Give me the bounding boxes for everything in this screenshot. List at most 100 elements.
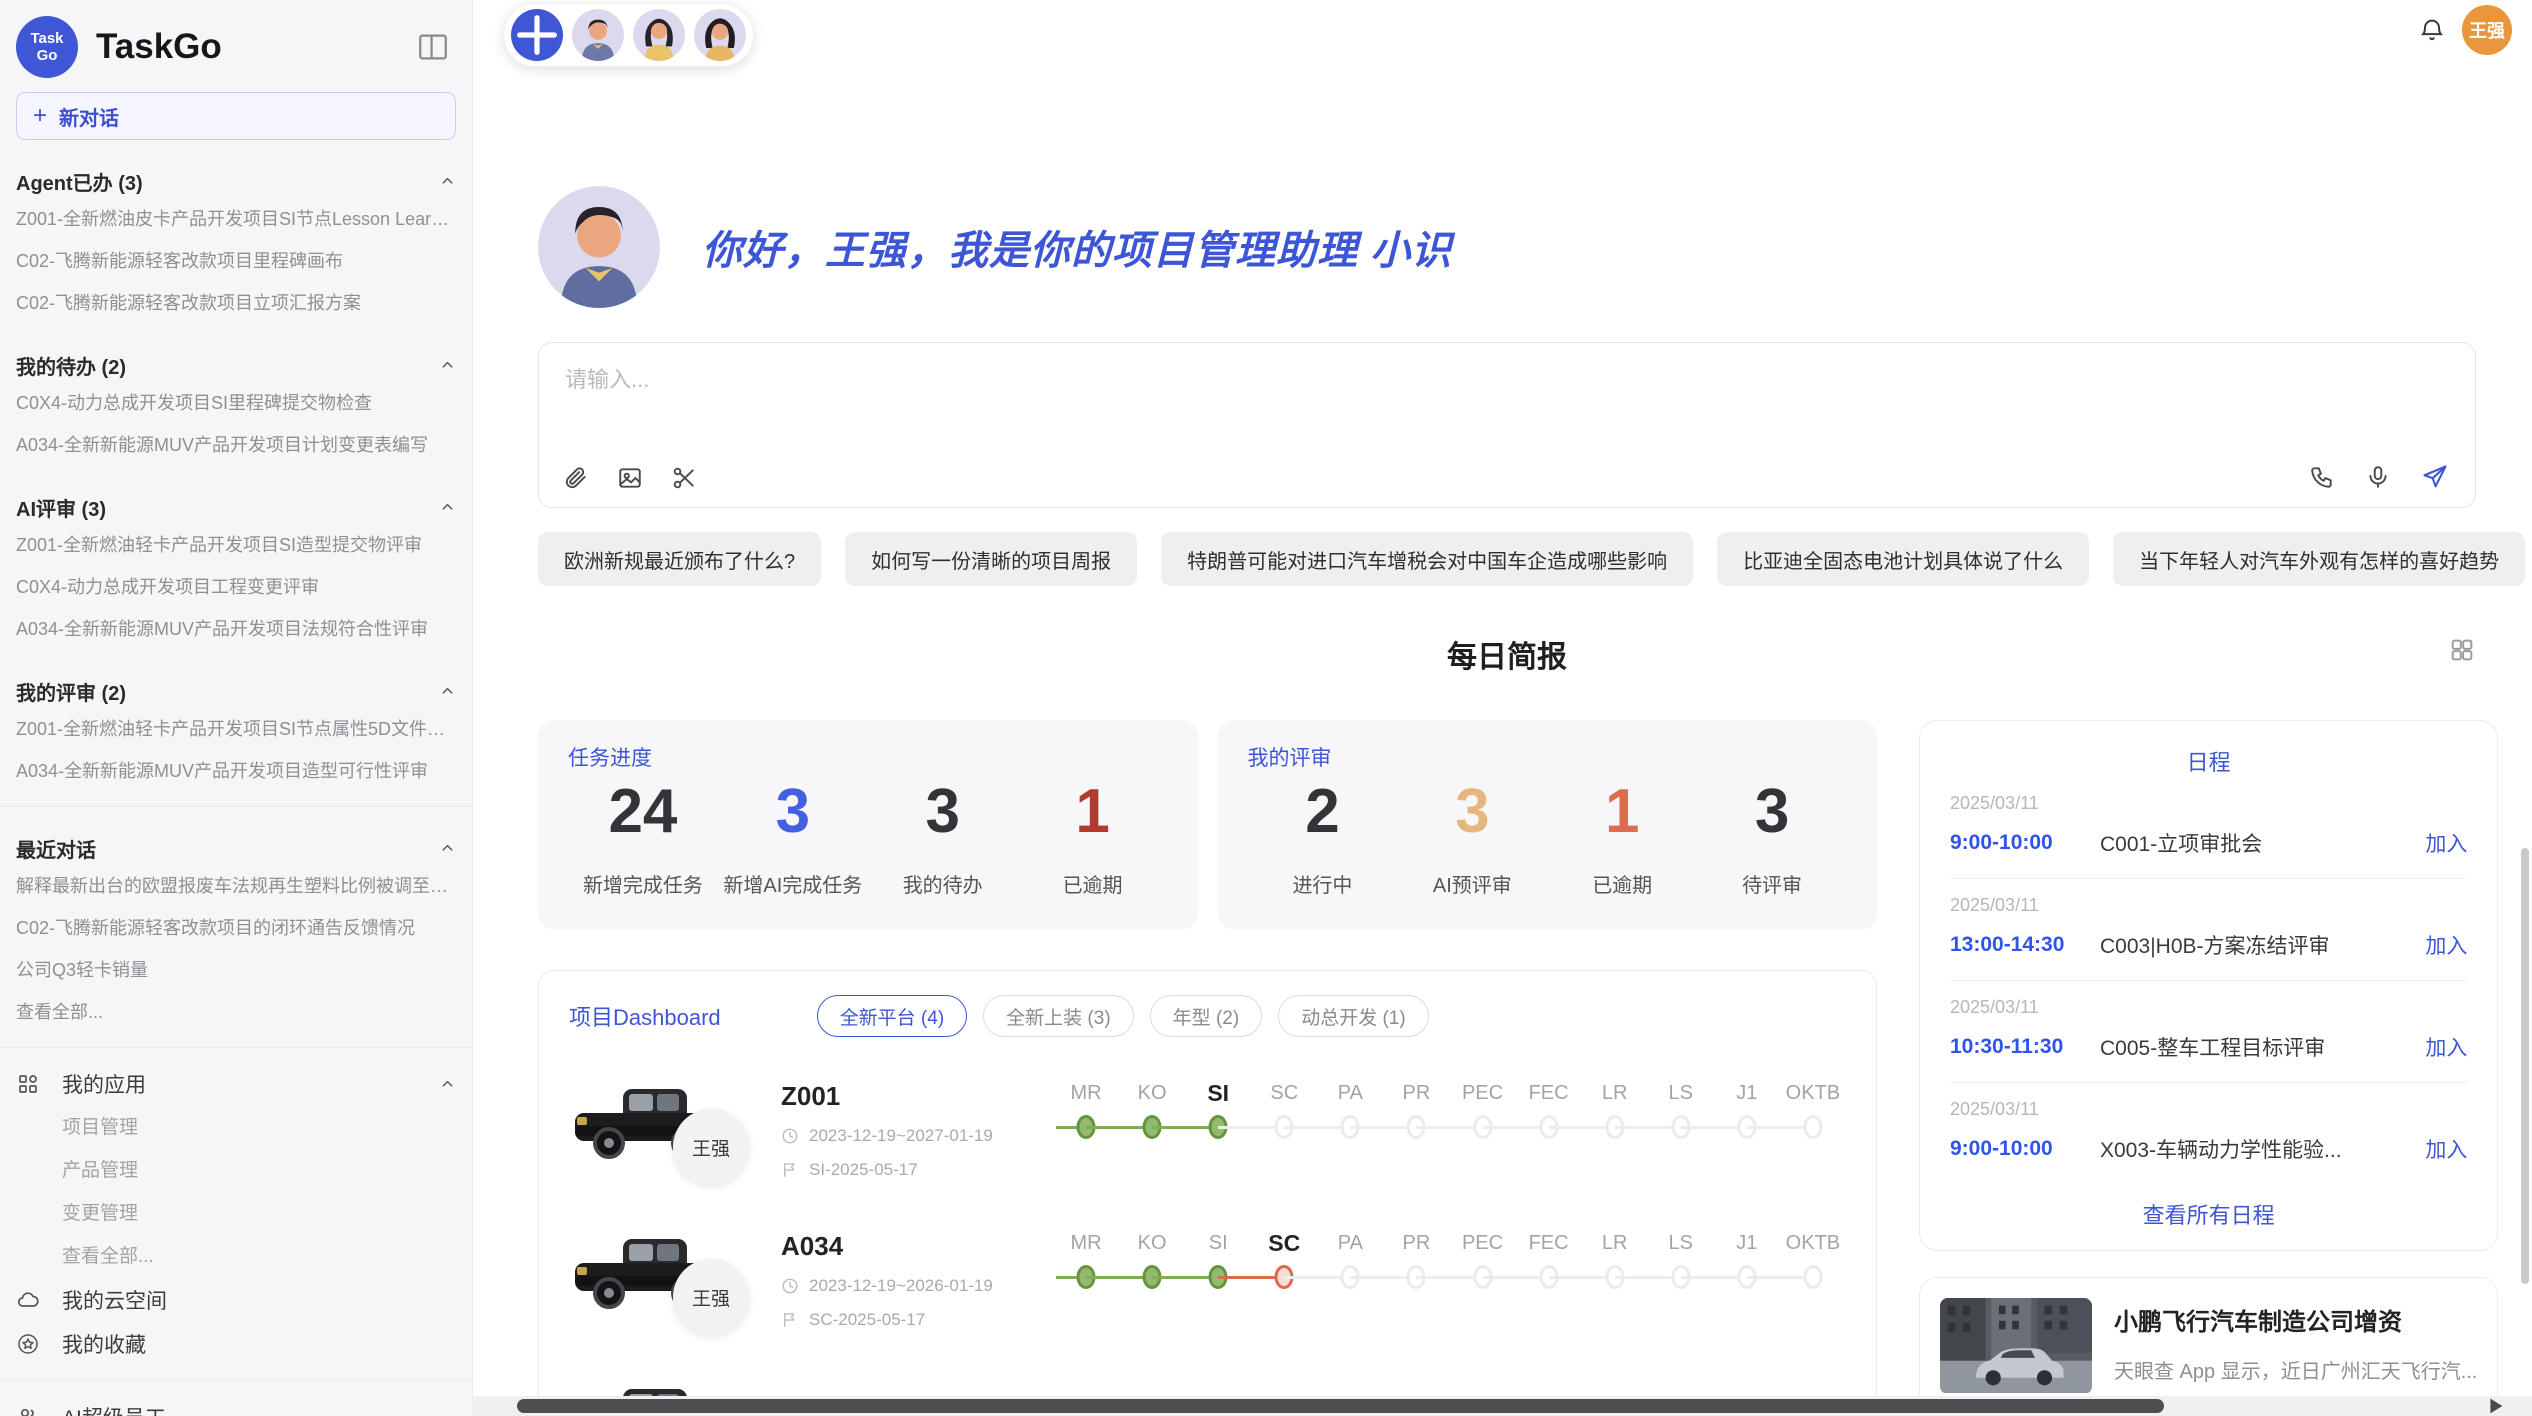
sidebar-task-item[interactable]: A034-全新新能源MUV产品开发项目造型可行性评审 [16,750,456,792]
project-code: Z001 [781,1081,1029,1112]
sidebar-item-cloud-icon[interactable]: 我的云空间 [16,1278,456,1322]
stats-row: 24新增完成任务3新增AI完成任务3我的待办1已逾期 [568,776,1168,898]
event-join-link[interactable]: 加入 [2425,930,2467,960]
attach-icon[interactable] [563,465,589,491]
send-icon[interactable] [2421,463,2449,491]
section-header[interactable]: 最近对话 [16,831,456,865]
event-join-link[interactable]: 加入 [2425,1134,2467,1164]
sidebar-task-item[interactable]: C02-飞腾新能源轻客改款项目里程碑画布 [16,240,456,282]
person-avatar-icon [694,9,746,61]
agent-avatar-2[interactable] [633,9,685,61]
chevron-up-icon[interactable] [439,357,456,374]
section-header[interactable]: AI评审 (3) [16,490,456,524]
car-image: 王强 [569,1073,757,1187]
recent-chat-item[interactable]: 解释最新出台的欧盟报废车法规再生塑料比例被调至15%... [16,865,456,907]
scissors-icon[interactable] [671,465,697,491]
event-date: 2025/03/11 [1950,895,2467,916]
sidebar-task-item[interactable]: A034-全新新能源MUV产品开发项目计划变更表编写 [16,424,456,466]
milestone-label: KO [1119,1225,1185,1261]
dashboard-filter-pill[interactable]: 动总开发 (1) [1278,995,1429,1037]
suggestion-chip[interactable]: 比亚迪全固态电池计划具体说了什么 [1717,532,2089,586]
calendar-event: 2025/03/119:00-10:00C001-立项审批会加入 [1950,777,2467,879]
stat-value: 1 [1075,776,1109,847]
suggestion-chip[interactable]: 欧洲新规最近颁布了什么? [538,532,821,586]
suggestion-chip[interactable]: 如何写一份清晰的项目周报 [845,532,1137,586]
app-sub-item[interactable]: 项目管理 [16,1106,456,1149]
chevron-up-icon[interactable] [439,1076,456,1093]
milestone-label: SI [1185,1225,1251,1261]
milestone-label: FEC [1516,1225,1582,1261]
sidebar-item-my-apps[interactable]: 我的应用 [16,1062,456,1106]
recent-chat-item[interactable]: 公司Q3轻卡销量 [16,949,456,991]
calendar-title: 日程 [1950,745,2467,777]
agent-avatar-3[interactable] [694,9,746,61]
recent-chat-item[interactable]: 查看全部... [16,991,456,1033]
suggestion-chip[interactable]: 当下年轻人对汽车外观有怎样的喜好趋势 [2113,532,2525,586]
sidebar-task-item[interactable]: C0X4-动力总成开发项目SI里程碑提交物检查 [16,382,456,424]
section-header[interactable]: 我的评审 (2) [16,674,456,708]
car-image: 王强 [569,1223,757,1337]
view-all-schedule-link[interactable]: 查看所有日程 [1950,1198,2467,1230]
layout-grid-icon[interactable] [2448,636,2476,664]
suggestion-chip[interactable]: 特朗普可能对进口汽车增税会对中国车企造成哪些影响 [1161,532,1693,586]
new-chat-button[interactable]: + 新对话 [16,92,456,140]
recent-chat-item[interactable]: C02-飞腾新能源轻客改款项目的闭环通告反馈情况 [16,907,456,949]
milestone-dot-row [1516,1111,1582,1147]
stat-item: 24新增完成任务 [568,776,718,898]
milestone-dot-row [1383,1111,1449,1147]
milestone-dot[interactable] [1803,1265,1822,1289]
chevron-up-icon[interactable] [439,840,456,857]
chat-input[interactable] [565,367,1920,393]
dashboard-filter-pill[interactable]: 年型 (2) [1150,995,1263,1037]
milestone-OKTB: OKTB [1780,1075,1846,1147]
event-join-link[interactable]: 加入 [2425,828,2467,858]
user-avatar[interactable]: 王强 [2462,5,2512,55]
milestone-MR: MR [1053,1225,1119,1297]
right-column: 日程 2025/03/119:00-10:00C001-立项审批会加入 2025/… [1919,720,2498,1416]
agent-avatar-1[interactable] [572,9,624,61]
sidebar-sections: Agent已办 (3)Z001-全新燃油皮卡产品开发项目SI节点Lesson L… [16,164,456,1416]
chevron-up-icon[interactable] [439,499,456,516]
person-avatar-icon [572,9,624,61]
mic-icon[interactable] [2365,464,2391,490]
news-image [1940,1298,2092,1394]
sidebar-task-item[interactable]: Z001-全新燃油轻卡产品开发项目SI节点属性5D文件评审 [16,708,456,750]
event-time: 9:00-10:00 [1950,1137,2100,1161]
chevron-up-icon[interactable] [439,173,456,190]
app-sub-item[interactable]: 产品管理 [16,1149,456,1192]
phone-icon[interactable] [2309,464,2335,490]
section-title: 我的评审 (2) [16,677,126,706]
milestone-track: MRKOSISCPAPRPECFECLRLSJ1OKTB [1053,1075,1846,1147]
app-sub-item[interactable]: 查看全部... [16,1235,456,1278]
dashboard-filter-pill[interactable]: 全新平台 (4) [817,995,968,1037]
sidebar-item-star-icon[interactable]: 我的收藏 [16,1322,456,1366]
event-row: 9:00-10:00X003-车辆动力学性能验...加入 [1950,1134,2467,1164]
horizontal-scrollbar[interactable] [517,1399,2164,1413]
image-icon[interactable] [617,465,643,491]
sidebar-header: Task Go TaskGo [16,14,456,80]
vertical-scrollbar[interactable] [2521,848,2529,1284]
sidebar-task-item[interactable]: A034-全新新能源MUV产品开发项目法规符合性评审 [16,608,456,650]
section-header[interactable]: 我的待办 (2) [16,348,456,382]
stat-value: 3 [1755,776,1789,847]
sidebar-task-item[interactable]: Z001-全新燃油皮卡产品开发项目SI节点Lesson Learn报告 [16,198,456,240]
notification-bell-icon[interactable] [2418,16,2446,44]
suggestion-chips: 欧洲新规最近颁布了什么? 如何写一份清晰的项目周报特朗普可能对进口汽车增税会对中国… [538,532,2476,586]
milestone-dot[interactable] [1803,1115,1822,1139]
section-header[interactable]: Agent已办 (3) [16,164,456,198]
sidebar-task-item[interactable]: Z001-全新燃油轻卡产品开发项目SI造型提交物评审 [16,524,456,566]
new-agent-button[interactable] [511,9,563,61]
milestone-PEC: PEC [1449,1075,1515,1147]
dashboard-filter-pill[interactable]: 全新上装 (3) [983,995,1134,1037]
chevron-up-icon[interactable] [439,683,456,700]
sidebar-collapse-icon[interactable] [416,30,450,64]
sidebar-tool-people-icon[interactable]: AI超级员工 [16,1395,456,1416]
event-join-link[interactable]: 加入 [2425,1032,2467,1062]
news-title: 小鹏飞行汽车制造公司增资 [2114,1302,2477,1337]
milestone-dot-row [1714,1261,1780,1297]
sidebar-task-item[interactable]: C02-飞腾新能源轻客改款项目立项汇报方案 [16,282,456,324]
app-sub-item[interactable]: 变更管理 [16,1192,456,1235]
sidebar-task-item[interactable]: C0X4-动力总成开发项目工程变更评审 [16,566,456,608]
section-title: Agent已办 (3) [16,167,143,196]
scroll-right-arrow-icon[interactable] [2484,1395,2506,1416]
